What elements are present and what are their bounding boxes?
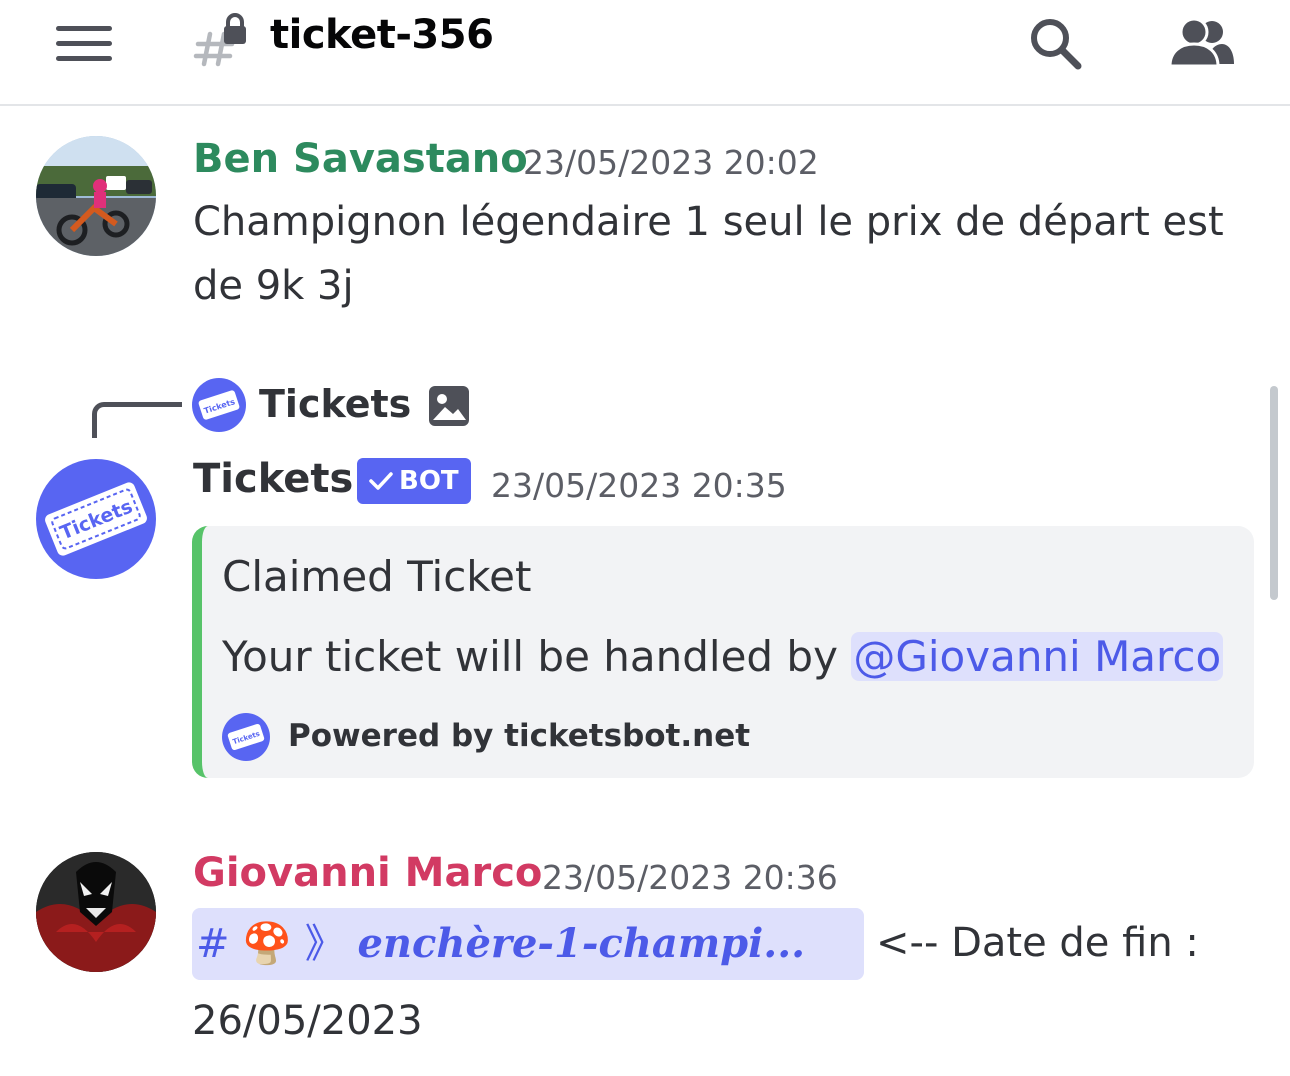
reply-author[interactable]: Tickets [259,382,411,426]
message-author[interactable]: Tickets [193,456,353,502]
channel-title: ticket-356 [270,12,494,58]
message-text-line-2: de 9k 3j [193,263,354,309]
hamburger-icon[interactable] [56,26,112,62]
scrollbar[interactable] [1270,386,1278,600]
venom-avatar[interactable] [36,852,156,972]
message-timestamp: 23/05/2023 20:02 [523,143,819,182]
bot-badge-label: BOT [399,466,459,496]
image-icon [428,385,470,427]
reply-connector [92,402,182,438]
embed-footer-icon: Tickets [222,713,270,761]
locked-hashtag-icon [192,12,252,68]
message-author[interactable]: Giovanni Marco [193,850,542,896]
message-text: <-- Date de fin : [876,920,1199,966]
embed-title: Claimed Ticket [222,552,532,601]
user-mention[interactable]: @Giovanni Marco [851,632,1224,681]
motorbike-photo-avatar[interactable] [36,136,156,256]
channel-link-name: enchère-1-champi... [357,920,806,967]
mushroom-emoji: 🍄 [242,921,293,967]
tickets-bot-avatar[interactable]: Tickets [36,459,156,579]
embed-footer: Powered by ticketsbot.net [288,718,751,754]
search-icon[interactable] [1026,14,1086,70]
reply-avatar[interactable]: Tickets [192,378,246,432]
message-text: Champignon légendaire 1 seul le prix de … [193,190,1224,318]
message-text-line-2: 26/05/2023 [192,998,423,1044]
verified-check-icon [369,472,393,490]
members-icon[interactable] [1168,14,1234,70]
message-author[interactable]: Ben Savastano [193,136,528,182]
bot-badge: BOT [357,458,471,504]
message-text-line-1: Champignon légendaire 1 seul le prix de … [193,199,1224,245]
embed-description: Your ticket will be handled by @Giovanni… [222,632,1224,681]
channel-link[interactable]: # 🍄 》 enchère-1-champi... [192,908,864,980]
channel-link-hash: # [196,921,230,967]
embed-description-text: Your ticket will be handled by [222,632,852,681]
message-timestamp: 23/05/2023 20:36 [542,858,838,897]
channel-header: ticket-356 [0,0,1290,106]
channel-link-chevron: 》 [304,921,345,967]
message-timestamp: 23/05/2023 20:35 [491,466,787,505]
